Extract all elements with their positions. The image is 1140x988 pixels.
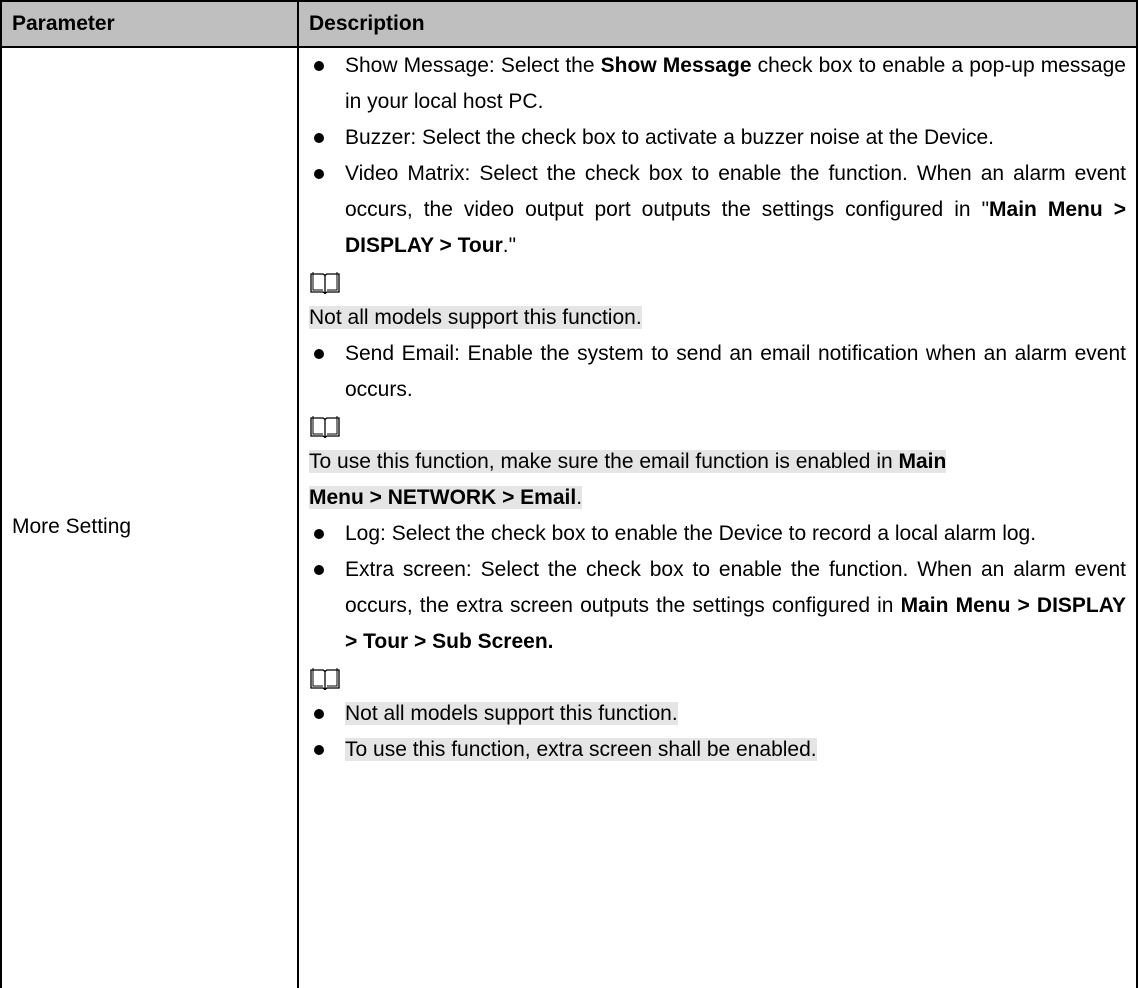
note-text: To use this function, extra screen shall…: [345, 738, 817, 761]
bullet-icon: [314, 61, 324, 71]
description-cell: Show Message: Select the Show Message ch…: [297, 46, 1138, 988]
list-item-log: Log: Select the check box to enable the …: [309, 516, 1126, 552]
item-text: Buzzer: Select the check box to activate…: [345, 126, 995, 149]
item-text: Send Email: Enable the system to send an…: [345, 342, 1126, 401]
item-text: .": [502, 234, 517, 257]
bullet-icon: [314, 745, 324, 755]
item-text: Show Message: Select the: [345, 54, 601, 77]
parameter-table: Parameter Description More Setting Show …: [0, 0, 1138, 988]
bullet-icon: [314, 529, 324, 539]
bullet-icon: [314, 133, 324, 143]
table-row: More Setting Show Message: Select the Sh…: [0, 46, 1138, 988]
note-list-item: Not all models support this function.: [309, 696, 1126, 732]
bullet-icon: [314, 169, 324, 179]
list-item-video-matrix: Video Matrix: Select the check box to en…: [309, 156, 1126, 264]
parameter-name: More Setting: [12, 515, 132, 538]
note-text: To use this function, make sure the emai…: [309, 450, 947, 509]
bullet-icon: [314, 709, 324, 719]
bullet-icon: [314, 349, 324, 359]
note-list-item: To use this function, extra screen shall…: [309, 732, 1126, 768]
item-bold-text: Show Message: [600, 54, 752, 77]
list-item-extra-screen: Extra screen: Select the check box to en…: [309, 552, 1126, 660]
bullet-icon: [314, 565, 324, 575]
column-header-parameter: Parameter: [0, 0, 299, 48]
item-text: Log: Select the check box to enable the …: [345, 522, 1037, 545]
list-item-buzzer: Buzzer: Select the check box to activate…: [309, 120, 1126, 156]
note-book-icon: [309, 264, 1126, 300]
parameter-cell: More Setting: [0, 46, 299, 988]
note-book-icon: [309, 408, 1126, 444]
column-header-description: Description: [297, 0, 1138, 48]
list-item-send-email: Send Email: Enable the system to send an…: [309, 336, 1126, 408]
table-header-row: Parameter Description: [0, 0, 1138, 48]
note-book-icon: [309, 660, 1126, 696]
list-item-show-message: Show Message: Select the Show Message ch…: [309, 48, 1126, 120]
note-text: Not all models support this function.: [345, 702, 678, 725]
document-page: Parameter Description More Setting Show …: [0, 0, 1140, 988]
note-text: Not all models support this function.: [309, 306, 642, 329]
